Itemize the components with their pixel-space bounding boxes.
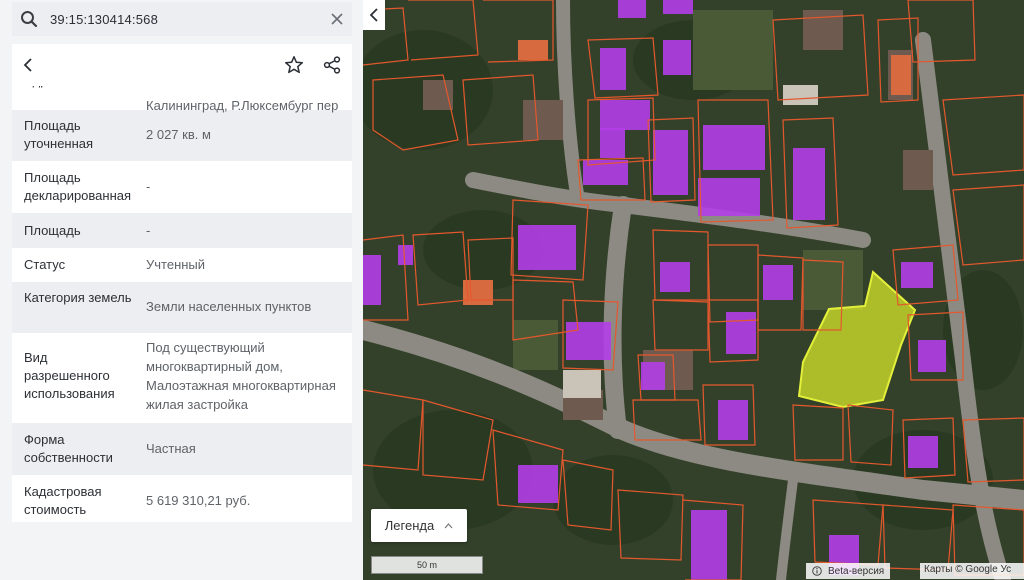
panel-actions [278,49,352,81]
chevron-up-icon [444,522,453,529]
property-label: Статус [24,257,66,272]
property-value: - [146,223,151,238]
property-label: Категория земель [24,290,132,305]
beta-label: Beta-версия [828,565,885,577]
panel-toolbar [12,44,352,86]
property-row: Вид разрешенного использования Под сущес… [12,333,352,423]
property-label: Площадь уточненная [24,118,94,151]
search-input[interactable]: 39:15:130414:568 [46,12,322,27]
legend-button[interactable]: Легенда [371,509,467,542]
app-root: 39:15:130414:568 Адрес Калининград, Р [0,0,1024,580]
property-value: Земли населенных пунктов [146,299,312,314]
property-label: Вид разрешенного использования [24,350,115,401]
property-label: Форма собственности [24,432,113,465]
property-value: 2 027 кв. м [146,127,211,142]
property-label: Площадь [24,223,81,238]
satellite-map[interactable] [363,0,1024,580]
close-icon[interactable] [322,2,352,36]
parcel-info-panel: 39:15:130414:568 Адрес Калининград, Р [0,0,363,580]
info-icon[interactable] [812,566,822,576]
search-bar[interactable]: 39:15:130414:568 [12,2,352,36]
property-row: Площадь декларированная - [12,161,352,213]
share-icon[interactable] [316,49,348,81]
property-value: - [146,179,151,194]
beta-badge: Beta-версия [806,563,891,579]
property-row: Статус Учтенный [12,248,352,282]
property-row: Площадь уточненная 2 027 кв. м [12,110,352,161]
map-view[interactable]: Легенда 50 m Beta-версия Карты © Google … [363,0,1024,580]
star-icon[interactable] [278,49,310,81]
property-row: Площадь - [12,213,352,248]
map-attribution: Карты © Google Ус [920,563,1024,579]
property-row: Категория земель Земли населенных пункто… [12,282,352,333]
property-row: Форма собственности Частная [12,423,352,475]
property-value: Учтенный [146,257,206,272]
property-row-address: Адрес Калининград, Р.Люксембург пер [12,86,352,113]
search-icon[interactable] [12,2,46,36]
scale-bar: 50 m [371,556,483,574]
back-button[interactable] [12,49,44,81]
property-row: Кадастровая стоимость 5 619 310,21 руб. [12,475,352,522]
property-label: Кадастровая стоимость [24,484,102,517]
property-value: Под существующий многоквартирный дом, Ма… [146,340,336,412]
property-value: Калининград, Р.Люксембург пер [146,98,339,113]
property-label: Адрес [12,86,134,110]
property-value: Частная [146,441,196,456]
property-value: 5 619 310,21 руб. [146,493,251,508]
property-list: Адрес Калининград, Р.Люксембург пер Площ… [12,86,352,522]
collapse-panel-button[interactable] [363,0,385,30]
property-label: Площадь декларированная [24,170,132,203]
legend-label: Легенда [384,518,435,533]
